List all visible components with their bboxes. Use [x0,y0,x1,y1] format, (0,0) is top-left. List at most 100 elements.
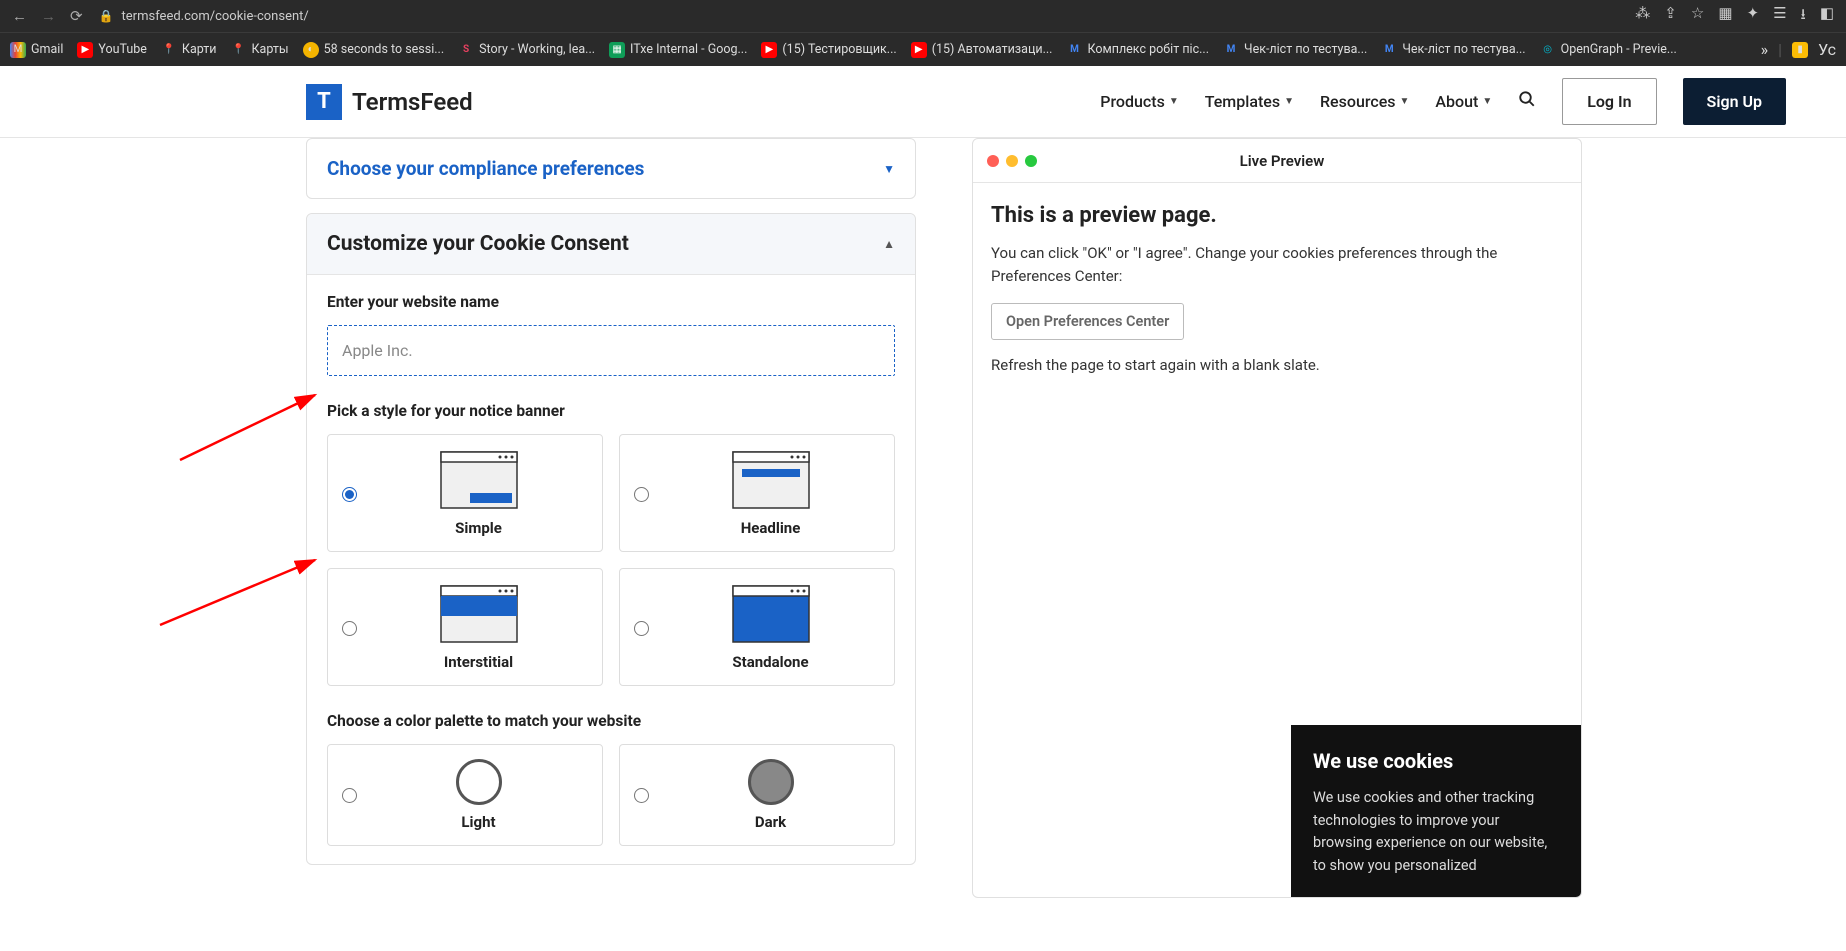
bookmark-folder-icon[interactable]: ▮ [1792,42,1808,58]
panel-icon[interactable]: ◧ [1820,4,1834,29]
chevron-up-icon: ▲ [883,237,895,251]
share-icon[interactable]: ⇪ [1664,4,1677,29]
color-grid: Light Dark [327,744,895,846]
website-name-label: Enter your website name [327,293,895,311]
preview-header: Live Preview [973,139,1581,183]
bookmarks-bar: MGmail ▶YouTube 📍Карти 📍Карты ◐58 second… [0,32,1846,66]
style-thumb-simple [440,451,518,509]
bookmark-item[interactable]: ▶(15) Автоматизаци... [911,42,1053,58]
color-option-dark[interactable]: Dark [619,744,895,846]
style-label-interstitial: Interstitial [444,653,513,671]
search-icon[interactable] [1518,90,1536,113]
bookmark-item[interactable]: 📍Карти [161,42,217,58]
style-thumb-headline [732,451,810,509]
style-label: Pick a style for your notice banner [327,402,895,420]
customize-panel-body: Enter your website name Pick a style for… [307,275,915,864]
color-label-light: Light [461,813,495,831]
bookmark-item[interactable]: MЧек-ліст по тестува... [1223,42,1367,58]
customize-panel-header[interactable]: Customize your Cookie Consent ▲ [307,214,915,275]
preview-body: This is a preview page. You can click "O… [973,183,1581,394]
compliance-panel: Choose your compliance preferences ▼ [306,138,916,199]
translate-icon[interactable]: ⁂ [1635,4,1650,29]
cookie-banner: We use cookies We use cookies and other … [1291,725,1581,897]
logo-icon: T [306,84,342,120]
color-label: Choose a color palette to match your web… [327,712,895,730]
bookmarks-overflow[interactable]: » [1761,40,1769,59]
style-thumb-standalone [732,585,810,643]
star-icon[interactable]: ☆ [1691,4,1704,29]
compliance-title: Choose your compliance preferences [327,157,644,180]
main-nav: Products▼ Templates▼ Resources▼ About▼ L… [1100,78,1786,125]
bookmark-item[interactable]: MКомплекс робіт піс... [1066,42,1209,58]
bookmark-item[interactable]: MЧек-ліст по тестува... [1381,42,1525,58]
style-grid: Simple Headline Inte [327,434,895,686]
style-label-standalone: Standalone [732,653,808,671]
bookmark-item[interactable]: ◎OpenGraph - Previe... [1540,42,1677,58]
preview-text: You can click "OK" or "I agree". Change … [991,242,1563,287]
nav-about[interactable]: About▼ [1435,92,1492,111]
login-button[interactable]: Log In [1562,78,1656,125]
chevron-down-icon: ▼ [1400,96,1410,107]
chevron-down-icon: ▼ [1169,96,1179,107]
lock-icon: 🔒 [99,9,114,23]
color-label-dark: Dark [755,813,786,831]
back-icon[interactable]: ← [12,7,27,25]
chevron-down-icon: ▼ [1482,96,1492,107]
style-option-interstitial[interactable]: Interstitial [327,568,603,686]
address-bar[interactable]: 🔒 termsfeed.com/cookie-consent/ [99,9,309,24]
bookmark-item[interactable]: ▶YouTube [77,42,147,58]
customize-title: Customize your Cookie Consent [327,232,629,256]
bookmark-item[interactable]: 📍Карты [231,42,289,58]
config-column: Choose your compliance preferences ▼ Cus… [306,138,916,898]
style-radio-interstitial[interactable] [342,621,357,636]
color-option-light[interactable]: Light [327,744,603,846]
color-radio-light[interactable] [342,788,357,803]
logo[interactable]: T TermsFeed [306,84,473,120]
bookmark-item[interactable]: ▶(15) Тестировщик... [761,42,896,58]
extensions-icon[interactable]: ✦ [1747,4,1760,29]
nav-resources[interactable]: Resources▼ [1320,92,1409,111]
preview-refresh-text: Refresh the page to start again with a b… [991,356,1563,374]
bookmark-item[interactable]: SStory - Working, lea... [458,42,595,58]
browser-nav-icons: ← → ⟳ [12,7,83,25]
style-thumb-interstitial [440,585,518,643]
preview-column: Live Preview This is a preview page. You… [972,138,1582,898]
reading-list-icon[interactable]: ☰ [1773,4,1786,29]
style-option-standalone[interactable]: Standalone [619,568,895,686]
compliance-panel-header[interactable]: Choose your compliance preferences ▼ [307,139,915,198]
color-radio-dark[interactable] [634,788,649,803]
main-content: Choose your compliance preferences ▼ Cus… [0,138,1846,898]
forward-icon[interactable]: → [41,7,56,25]
bookmarks-tail[interactable]: Ус [1818,40,1836,59]
style-label-simple: Simple [455,519,502,537]
customize-panel: Customize your Cookie Consent ▲ Enter yo… [306,213,916,865]
open-preferences-button[interactable]: Open Preferences Center [991,303,1184,340]
cookie-text: We use cookies and other tracking techno… [1313,787,1559,877]
account-icon[interactable]: ▦ [1718,4,1732,29]
downloads-icon[interactable]: ⭳ [1801,4,1806,29]
preview-title: Live Preview [997,152,1567,170]
bookmark-item[interactable]: MGmail [10,42,63,58]
color-swatch-dark [748,759,794,805]
chevron-down-icon: ▼ [1284,96,1294,107]
bookmark-item[interactable]: ▦ІТхе Internal - Goog... [609,42,747,58]
style-option-simple[interactable]: Simple [327,434,603,552]
nav-products[interactable]: Products▼ [1100,92,1178,111]
cookie-heading: We use cookies [1313,749,1559,773]
color-swatch-light [456,759,502,805]
style-radio-standalone[interactable] [634,621,649,636]
signup-button[interactable]: Sign Up [1683,78,1786,125]
logo-text: TermsFeed [352,88,473,116]
browser-toolbar: ← → ⟳ 🔒 termsfeed.com/cookie-consent/ ⁂ … [0,0,1846,32]
bookmark-item[interactable]: ◐58 seconds to sessi... [303,42,445,58]
preview-heading: This is a preview page. [991,203,1563,228]
style-option-headline[interactable]: Headline [619,434,895,552]
nav-templates[interactable]: Templates▼ [1205,92,1294,111]
style-label-headline: Headline [741,519,801,537]
website-name-input[interactable] [327,325,895,376]
chevron-down-icon: ▼ [883,162,895,176]
url-text: termsfeed.com/cookie-consent/ [122,9,309,24]
style-radio-headline[interactable] [634,487,649,502]
style-radio-simple[interactable] [342,487,357,502]
reload-icon[interactable]: ⟳ [70,7,83,25]
